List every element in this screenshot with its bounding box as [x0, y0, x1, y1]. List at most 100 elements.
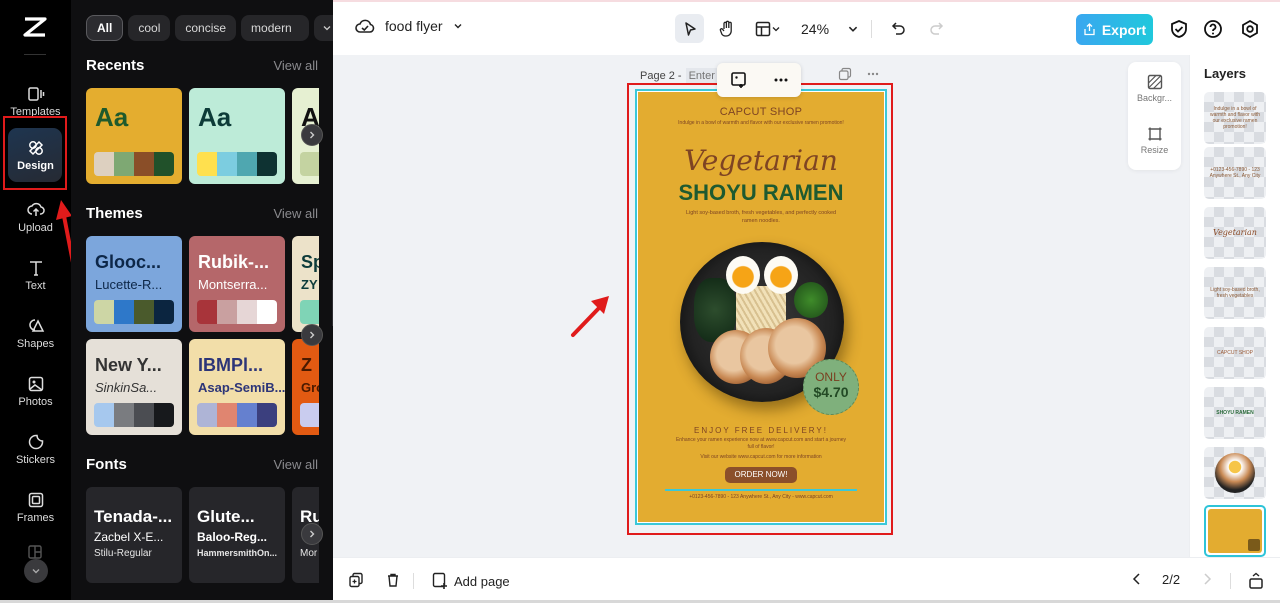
style-preview-text: Aa [198, 102, 232, 132]
color-swatch [237, 403, 257, 427]
layer-shoyu-ramen[interactable]: SHOYU RAMEN [1204, 387, 1266, 439]
rail-item-frames[interactable]: Frames [0, 480, 71, 534]
canvas-area[interactable]: Page 2 - Backgr... Resize [333, 55, 1189, 557]
page-more-icon[interactable] [866, 67, 880, 81]
redo-button[interactable] [921, 14, 950, 43]
themes-view-all-link[interactable]: View all [273, 206, 318, 221]
theme-card[interactable]: New Y... SinkinSa... [86, 339, 182, 435]
font-subheading: Zacbel X-E... [94, 530, 164, 544]
layer-preview-text: CAPCUT SHOP [1216, 350, 1254, 356]
flyer-page[interactable]: CAPCUT SHOP Indulge in a bowl of warmth … [638, 92, 884, 522]
delete-page-button[interactable] [385, 572, 401, 588]
font-combo-card[interactable]: Tenada-... Zacbel X-E... Stilu-Regular [86, 487, 182, 583]
top-bar: food flyer 24% Export [333, 0, 1280, 55]
next-page-button[interactable] [1201, 572, 1213, 586]
flyer-visit-text[interactable]: Visit our website www.capcut.com for mor… [674, 454, 848, 461]
flyer-main-title[interactable]: SHOYU RAMEN [638, 180, 884, 206]
theme-card[interactable]: Sp ZY [292, 236, 319, 332]
theme-card[interactable]: Rubik-... Montserra... [189, 236, 285, 332]
flyer-shop-name[interactable]: CAPCUT SHOP [638, 106, 884, 118]
theme-card[interactable]: IBMPl... Asap-SemiB... [189, 339, 285, 435]
shield-check-icon[interactable] [1168, 18, 1190, 40]
resize-icon [1148, 127, 1161, 141]
rail-item-design[interactable]: Design [0, 128, 71, 182]
layer-background[interactable] [1204, 505, 1266, 557]
themes-row-1: Glooc... Lucette-R... Rubik-... Montserra..… [86, 236, 319, 332]
capcut-logo-icon[interactable] [22, 16, 48, 38]
rail-item-shapes[interactable]: Shapes [0, 306, 71, 360]
document-title-area[interactable]: food flyer [355, 17, 463, 35]
rail-label: Shapes [16, 337, 55, 350]
zoom-chevron-down-icon[interactable] [847, 23, 859, 35]
rail-label: Upload [18, 221, 53, 234]
layer-contact-text[interactable]: +0123-456-7890 - 123 Anywhere St., Any C… [1204, 147, 1266, 199]
color-swatch [300, 403, 319, 427]
duplicate-page-button[interactable] [348, 572, 364, 588]
chevron-down-icon [772, 26, 780, 31]
apps-icon[interactable] [28, 545, 42, 559]
layer-capcut-shop[interactable]: CAPCUT SHOP [1204, 327, 1266, 379]
add-page-button[interactable]: Add page [432, 572, 510, 590]
recents-next-button[interactable] [301, 124, 323, 146]
theme-body-font: Lucette-R... [95, 277, 163, 292]
rail-expand-button[interactable] [24, 559, 48, 583]
theme-card[interactable]: Glooc... Lucette-R... [86, 236, 182, 332]
replace-image-icon[interactable] [730, 71, 748, 89]
layout-menu-button[interactable] [749, 14, 787, 43]
layer-vegetarian[interactable]: Vegetarian [1204, 207, 1266, 259]
layer-ramen-image[interactable] [1204, 447, 1266, 499]
rail-item-photos[interactable]: Photos [0, 364, 71, 418]
chip-cool[interactable]: cool [128, 15, 171, 41]
font-combo-card[interactable]: Glute... Baloo-Reg... HammersmithOn... [189, 487, 285, 583]
color-swatch [197, 403, 217, 427]
style-preview-text: Aa [95, 102, 129, 132]
color-swatch [197, 300, 217, 324]
duplicate-page-icon[interactable] [838, 67, 852, 81]
color-swatch [300, 300, 319, 324]
rail-item-templates[interactable]: Templates [0, 74, 71, 128]
zoom-level[interactable]: 24% [801, 21, 829, 37]
chip-all[interactable]: All [86, 15, 124, 41]
themes-next-button[interactable] [301, 324, 323, 346]
select-tool-button[interactable] [675, 14, 704, 43]
page-panel-toggle-button[interactable] [1248, 572, 1264, 590]
price-badge[interactable]: ONLY $4.70 [803, 359, 859, 415]
flyer-intro-text[interactable]: Indulge in a bowl of warmth and flavor w… [676, 120, 846, 127]
color-swatch [134, 403, 154, 427]
help-icon[interactable] [1202, 18, 1224, 40]
theme-card[interactable]: Z Gro [292, 339, 319, 435]
chevron-down-icon [32, 569, 40, 574]
recents-title: Recents [86, 57, 145, 74]
chips-dropdown-button[interactable] [314, 15, 333, 41]
document-title[interactable]: food flyer [385, 18, 443, 34]
previous-page-button[interactable] [1131, 572, 1143, 586]
fonts-next-button[interactable] [301, 523, 323, 545]
flyer-enhance-text[interactable]: Enhance your ramen experience now at www… [674, 437, 848, 451]
floating-toolbar [717, 63, 801, 97]
undo-button[interactable] [884, 14, 913, 43]
flyer-contact-text[interactable]: +0123-456-7890 - 123 Anywhere St., Any C… [638, 494, 884, 500]
export-button[interactable]: Export [1076, 14, 1153, 45]
fonts-view-all-link[interactable]: View all [273, 457, 318, 472]
flyer-script-title[interactable]: Vegetarian [638, 144, 884, 177]
hand-tool-button[interactable] [712, 14, 741, 43]
more-options-icon[interactable] [773, 77, 789, 83]
settings-icon[interactable] [1239, 18, 1261, 40]
flyer-delivery-heading[interactable]: ENJOY FREE DELIVERY! [638, 426, 884, 435]
recent-style-card[interactable]: Aa [86, 88, 182, 184]
background-tool-button[interactable]: Backgr... [1128, 74, 1181, 103]
chip-modern[interactable]: modern [241, 15, 310, 41]
layer-intro-text[interactable]: Indulge in a bowl of warmth and flavor w… [1204, 92, 1266, 144]
recent-style-card[interactable]: Aa [189, 88, 285, 184]
flyer-order-button[interactable]: ORDER NOW! [725, 467, 797, 483]
recents-view-all-link[interactable]: View all [273, 58, 318, 73]
chevron-right-icon [1204, 573, 1212, 585]
layer-description[interactable]: Light soy-based broth, fresh vegetables [1204, 267, 1266, 319]
recents-row: Aa Aa A [86, 88, 319, 184]
chip-concise[interactable]: concise [175, 15, 237, 41]
flyer-description[interactable]: Light soy-based broth, fresh vegetables,… [678, 209, 844, 225]
resize-tool-button[interactable]: Resize [1128, 126, 1181, 155]
chevron-down-icon[interactable] [453, 21, 463, 31]
rail-item-stickers[interactable]: Stickers [0, 422, 71, 476]
color-swatch [114, 300, 134, 324]
